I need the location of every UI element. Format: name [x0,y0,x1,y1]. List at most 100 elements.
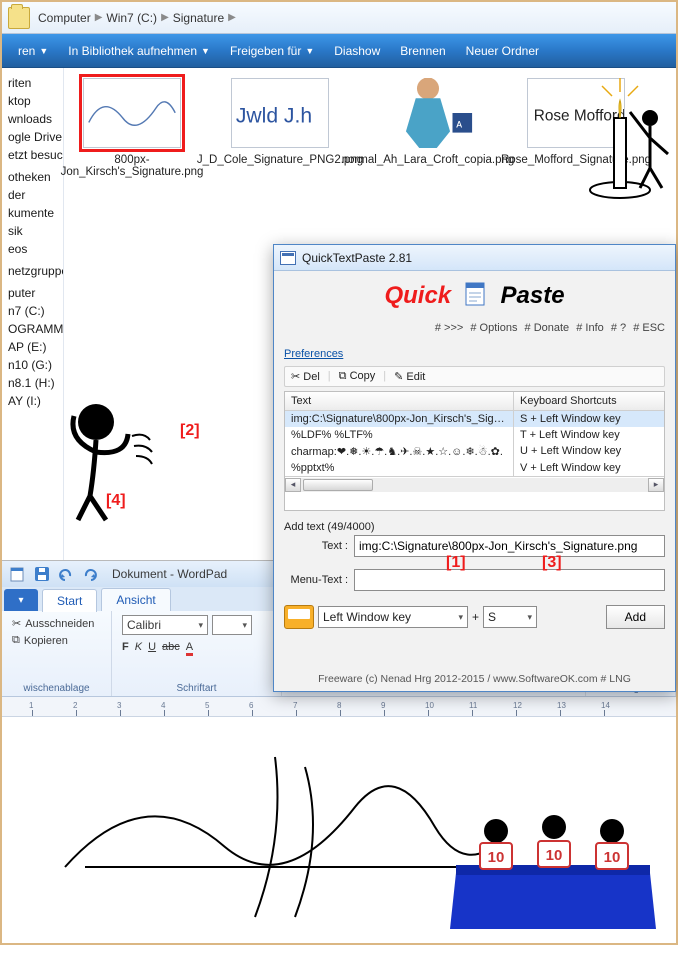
qtp-edit-button[interactable]: ✎ Edit [394,370,425,383]
nav-item[interactable]: sik [2,222,63,240]
strike-button[interactable]: abc [162,641,180,656]
file-thumbnail: Jwld J.h [231,78,329,148]
nav-item[interactable]: puter [2,284,63,302]
text-label: Text : [284,540,348,552]
cmd-share[interactable]: Freigeben für▼ [220,40,324,62]
nav-item[interactable]: etzt besucht [2,146,63,164]
bold-button[interactable]: F [122,641,129,656]
chevron-down-icon: ▾ [527,612,532,623]
crumb[interactable]: Signature [173,11,224,25]
cmd-slideshow[interactable]: Diashow [324,40,390,62]
text-input[interactable] [354,535,665,557]
chevron-down-icon: ▾ [18,595,23,606]
font-color-button[interactable]: A [186,641,193,656]
qtp-menu-esc[interactable]: # ESC [633,322,665,334]
col-shortcut[interactable]: Keyboard Shortcuts [514,392,664,410]
cell-text: img:C:\Signature\800px-Jon_Kirsch's_Sign… [285,411,514,427]
qtp-menu-info[interactable]: # Info [576,322,604,334]
qtp-titlebar[interactable]: QuickTextPaste 2.81 [274,245,675,271]
edit-icon: ✎ [394,371,406,383]
address-bar[interactable]: Computer▶ Win7 (C:)▶ Signature▶ [2,2,676,34]
svg-text:Jwld J.h: Jwld J.h [236,105,312,128]
qtp-menu: # >>> # Options # Donate # Info # ? # ES… [274,318,675,338]
qtp-logo: Quick Paste [274,271,675,318]
qtp-del-button[interactable]: ✂ Del [291,370,320,383]
add-button[interactable]: Add [606,605,665,629]
scroll-thumb[interactable] [303,479,373,491]
scroll-right-button[interactable]: ▸ [648,478,664,492]
hotkey-modifier-combo[interactable]: Left Window key▾ [318,606,468,628]
file-item[interactable]: Jwld J.h J_D_Cole_Signature_PNG2.png [220,78,340,178]
nav-item[interactable]: riten [2,74,63,92]
nav-item[interactable]: otheken [2,168,63,186]
tab-start[interactable]: Start [42,589,97,612]
cmd-organize[interactable]: ren▼ [8,40,58,62]
nav-item[interactable]: kumente [2,204,63,222]
hotkey-key-value: S [488,610,496,624]
cell-shortcut: S + Left Window key [514,411,664,427]
notepad-icon [462,279,490,314]
col-text[interactable]: Text [285,392,514,410]
file-item[interactable]: 800px-Jon_Kirsch's_Signature.png [72,78,192,178]
menu-text-input[interactable] [354,569,665,591]
nav-item[interactable]: netzgruppe [2,262,63,280]
crumb[interactable]: Win7 (C:) [106,11,157,25]
qtp-menu-options[interactable]: # Options [470,322,517,334]
hotkey-key-combo[interactable]: S▾ [483,606,537,628]
nav-item[interactable]: OGRAMME (D:) [2,320,63,338]
qtp-menu-donate[interactable]: # Donate [525,322,570,334]
cell-text: %LDF% %LTF% [285,427,514,443]
cell-shortcut: V + Left Window key [514,460,664,476]
quicktextpaste-window: QuickTextPaste 2.81 Quick Paste # >>> # … [273,244,676,692]
doodle-candle [584,64,674,204]
file-name: J_D_Cole_Signature_PNG2.png [197,154,363,166]
nav-item[interactable]: ogle Drive [2,128,63,146]
copy-button[interactable]: ⧉Kopieren [12,632,101,649]
scissors-icon: ✂ [291,371,303,383]
wordpad-ruler[interactable]: 1234567891011121314 [2,697,676,717]
scroll-left-button[interactable]: ◂ [285,478,301,492]
nav-item[interactable]: eos [2,240,63,258]
save-icon[interactable] [34,566,50,582]
nav-item[interactable]: n7 (C:) [2,302,63,320]
list-row[interactable]: %LDF% %LTF%T + Left Window key [285,427,664,443]
list-row[interactable]: %pptxt%V + Left Window key [285,460,664,476]
nav-item[interactable]: n10 (G:) [2,356,63,374]
cell-shortcut: T + Left Window key [514,427,664,443]
qtp-menu-more[interactable]: # >>> [435,322,463,334]
nav-item[interactable]: AP (E:) [2,338,63,356]
qtp-menu-help[interactable]: # ? [611,322,626,334]
tab-view[interactable]: Ansicht [101,588,170,611]
list-header: Text Keyboard Shortcuts [285,392,664,411]
redo-icon[interactable] [82,566,98,582]
qtp-preferences-link[interactable]: Preferences [284,348,343,360]
nav-item[interactable]: wnloads [2,110,63,128]
list-hscrollbar[interactable]: ◂ ▸ [285,476,664,492]
font-size-combo[interactable]: ▾ [212,615,252,635]
nav-item[interactable]: ktop [2,92,63,110]
cmd-burn[interactable]: Brennen [390,40,455,62]
wordpad-document[interactable]: 101010 [20,717,670,939]
list-row[interactable]: charmap:❤.❅.☀.☂.♞.✈.☠.★.☆.☺.❄.☃.✿.U + Le… [285,443,664,460]
nav-item[interactable]: der [2,186,63,204]
file-thumbnail [83,78,181,148]
underline-button[interactable]: U [148,641,156,656]
breadcrumb[interactable]: Computer▶ Win7 (C:)▶ Signature▶ [38,11,236,25]
file-item[interactable]: ᴀ normal_Ah_Lara_Croft_copia.png [368,78,488,178]
cmd-newfolder[interactable]: Neuer Ordner [456,40,549,62]
crumb[interactable]: Computer [38,11,91,25]
italic-button[interactable]: K [135,641,142,656]
add-text-counter: Add text (49/4000) [284,521,665,533]
font-name-combo[interactable]: Calibri▾ [122,615,208,635]
cmd-include[interactable]: In Bibliothek aufnehmen▼ [58,40,220,62]
list-row[interactable]: img:C:\Signature\800px-Jon_Kirsch's_Sign… [285,411,664,427]
scroll-track[interactable] [301,478,648,492]
chevron-down-icon: ▼ [39,46,48,56]
cut-button[interactable]: ✂Ausschneiden [12,615,101,632]
qtp-entry-list[interactable]: Text Keyboard Shortcuts img:C:\Signature… [284,391,665,511]
wordpad-file-menu[interactable]: ▾ [4,589,38,611]
svg-text:10: 10 [488,849,505,866]
chevron-right-icon: ▶ [228,12,236,23]
undo-icon[interactable] [58,566,74,582]
qtp-copy-button[interactable]: ⧉ Copy [339,370,376,383]
